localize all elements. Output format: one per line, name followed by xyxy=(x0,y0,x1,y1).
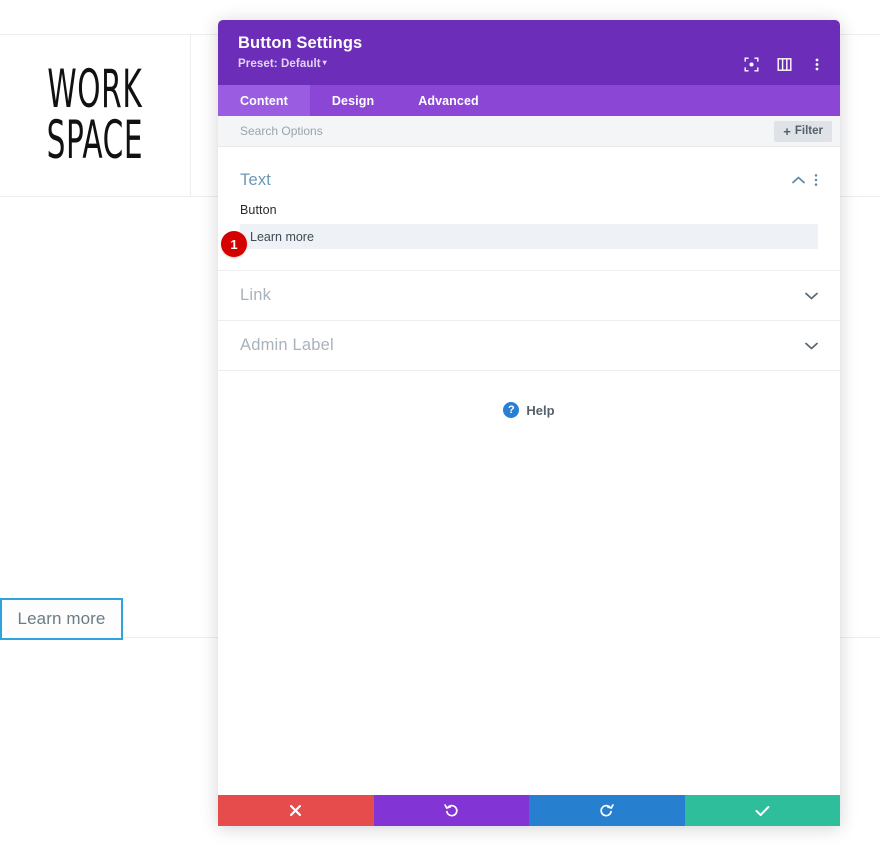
chevron-up-icon[interactable] xyxy=(792,176,805,184)
tab-advanced-label: Advanced xyxy=(418,93,479,108)
tab-design-label: Design xyxy=(331,93,375,108)
modal-header-icons xyxy=(740,53,828,75)
tab-content[interactable]: Content xyxy=(218,85,310,116)
modal-tabs: Content Design Advanced xyxy=(218,85,840,116)
section-overflow-menu-icon[interactable] xyxy=(814,173,818,187)
fullscreen-icon[interactable] xyxy=(740,53,762,75)
section-admin-label[interactable]: Admin Label xyxy=(218,321,840,371)
filter-button[interactable]: + Filter xyxy=(774,120,832,142)
save-button[interactable] xyxy=(684,795,840,826)
help-label: Help xyxy=(526,402,555,418)
page-learn-more-label: Learn more xyxy=(17,609,106,628)
chevron-down-icon: ▾ xyxy=(322,57,327,67)
section-text-actions xyxy=(792,173,818,187)
step-badge-1: 1 xyxy=(221,231,247,257)
chevron-down-icon[interactable] xyxy=(805,342,818,350)
button-settings-modal: Button Settings Preset: Default ▾ Conten… xyxy=(218,20,840,826)
layout-toggle-icon[interactable] xyxy=(773,53,795,75)
section-text: Text Button 1 xyxy=(218,147,840,271)
section-text-header[interactable]: Text xyxy=(218,147,840,194)
site-logo-line2: SPACE xyxy=(46,109,144,171)
modal-body: Text Button 1 Learn more Link Admin Labe… xyxy=(218,147,840,795)
site-logo-text: WORK SPACE xyxy=(47,63,144,167)
site-logo: WORK SPACE xyxy=(0,35,190,196)
chevron-down-icon[interactable] xyxy=(805,292,818,300)
screen: WORK SPACE Learn more Button Settings Pre… xyxy=(0,0,880,855)
tab-design[interactable]: Design xyxy=(310,85,396,116)
check-icon xyxy=(755,805,770,817)
preset-dropdown[interactable]: Preset: Default ▾ xyxy=(238,58,327,70)
undo-button[interactable] xyxy=(373,795,529,826)
section-link-title: Link xyxy=(240,286,272,304)
section-link[interactable]: Link xyxy=(218,271,840,321)
section-admin-label-title: Admin Label xyxy=(240,336,334,354)
page-learn-more-button[interactable]: Learn more xyxy=(0,598,123,640)
filter-button-label: Filter xyxy=(794,125,823,137)
redo-button[interactable] xyxy=(529,795,685,826)
button-text-input[interactable] xyxy=(240,224,818,249)
tab-advanced[interactable]: Advanced xyxy=(396,85,501,116)
modal-title: Button Settings xyxy=(238,34,363,52)
help-link[interactable]: ? Help xyxy=(218,402,840,418)
search-bar: + Filter xyxy=(218,116,840,147)
button-text-field-label: Button xyxy=(240,203,277,217)
button-text-field: Button 1 xyxy=(218,194,840,257)
modal-footer xyxy=(218,795,840,826)
modal-header: Button Settings Preset: Default ▾ xyxy=(218,20,840,85)
section-text-title: Text xyxy=(240,170,272,189)
tab-content-label: Content xyxy=(240,93,288,108)
plus-icon: + xyxy=(783,123,791,139)
search-input[interactable] xyxy=(240,124,775,138)
undo-icon xyxy=(444,803,459,818)
page-column-divider xyxy=(190,34,191,196)
overflow-menu-icon[interactable] xyxy=(806,53,828,75)
question-mark-icon: ? xyxy=(503,402,520,418)
cancel-button[interactable] xyxy=(218,795,374,826)
preset-label: Preset: Default xyxy=(238,57,321,70)
redo-icon xyxy=(599,803,614,818)
close-icon xyxy=(289,804,302,817)
